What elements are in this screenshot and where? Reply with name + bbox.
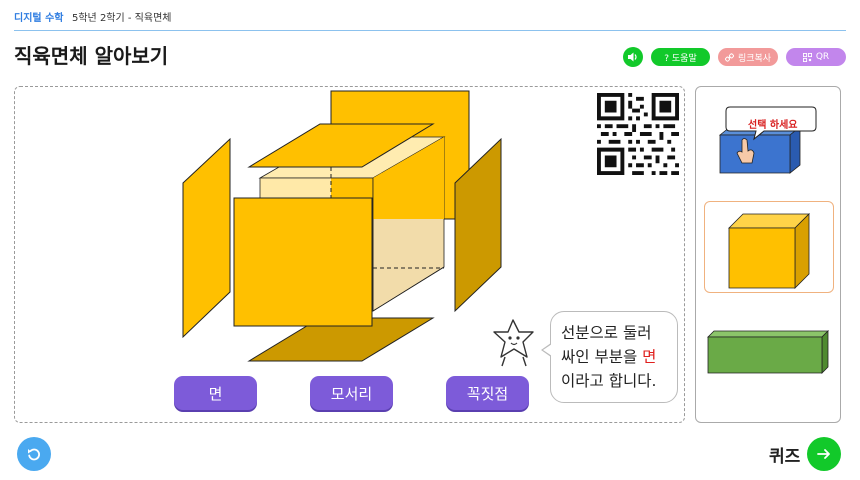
speaker-icon (628, 52, 637, 62)
quiz-button[interactable] (807, 437, 841, 471)
speech-line-2: 싸인 부분을 면 (561, 345, 669, 369)
breadcrumb: 5학년 2학기 - 직육면체 (72, 13, 172, 24)
qr-icon (802, 52, 812, 62)
speech-line-3: 이라고 합니다. (561, 372, 657, 390)
sound-button[interactable] (623, 47, 643, 67)
main-stage: 선분으로 둘러 싸인 부분을 면 이라고 합니다. 면 모서리 꼭짓점 (14, 86, 685, 423)
speech-bubble: 선분으로 둘러 싸인 부분을 면 이라고 합니다. (550, 311, 678, 403)
qr-label: QR (815, 52, 830, 62)
reset-icon (28, 448, 40, 461)
qr-button[interactable]: QR (786, 48, 846, 66)
qr-code (597, 93, 679, 175)
side-panel: 선택 하세요 (695, 86, 841, 423)
box-select-icon (718, 106, 817, 174)
select-prompt-item[interactable]: 선택 하세요 (704, 93, 834, 181)
reset-button[interactable] (17, 437, 51, 471)
help-button[interactable]: ? 도움말 (651, 48, 710, 66)
prism-shape-icon (707, 330, 829, 374)
subject-label: 디지털 수학 (14, 13, 64, 24)
speech-line-1: 선분으로 둘러 (561, 324, 652, 342)
link-label: 링크복사 (737, 53, 772, 64)
speech-text: 싸인 부분을 (561, 348, 643, 366)
face-button[interactable]: 면 (174, 376, 257, 410)
copy-link-button[interactable]: 링크복사 (718, 48, 778, 66)
speech-highlight: 면 (642, 348, 657, 366)
select-prompt-label: 선택 하세요 (748, 120, 798, 131)
top-bar: 디지털 수학 5학년 2학기 - 직육면체 (0, 0, 860, 31)
star-character-icon (493, 319, 534, 367)
cube-item[interactable] (704, 201, 834, 293)
quiz-label: 퀴즈 (769, 447, 801, 467)
help-label: ? 도움말 (664, 53, 697, 64)
rectangular-prism-item[interactable] (704, 315, 834, 381)
arrow-right-icon (817, 449, 830, 459)
vertex-button[interactable]: 꼭짓점 (446, 376, 529, 410)
link-icon (724, 52, 734, 62)
left-face (182, 137, 231, 339)
cube-shape-icon (728, 213, 810, 289)
speech-tail-fill (543, 344, 552, 356)
edge-button[interactable]: 모서리 (310, 376, 393, 410)
header-divider (14, 30, 846, 31)
page-title: 직육면체 알아보기 (14, 44, 169, 68)
front-face (233, 197, 373, 327)
